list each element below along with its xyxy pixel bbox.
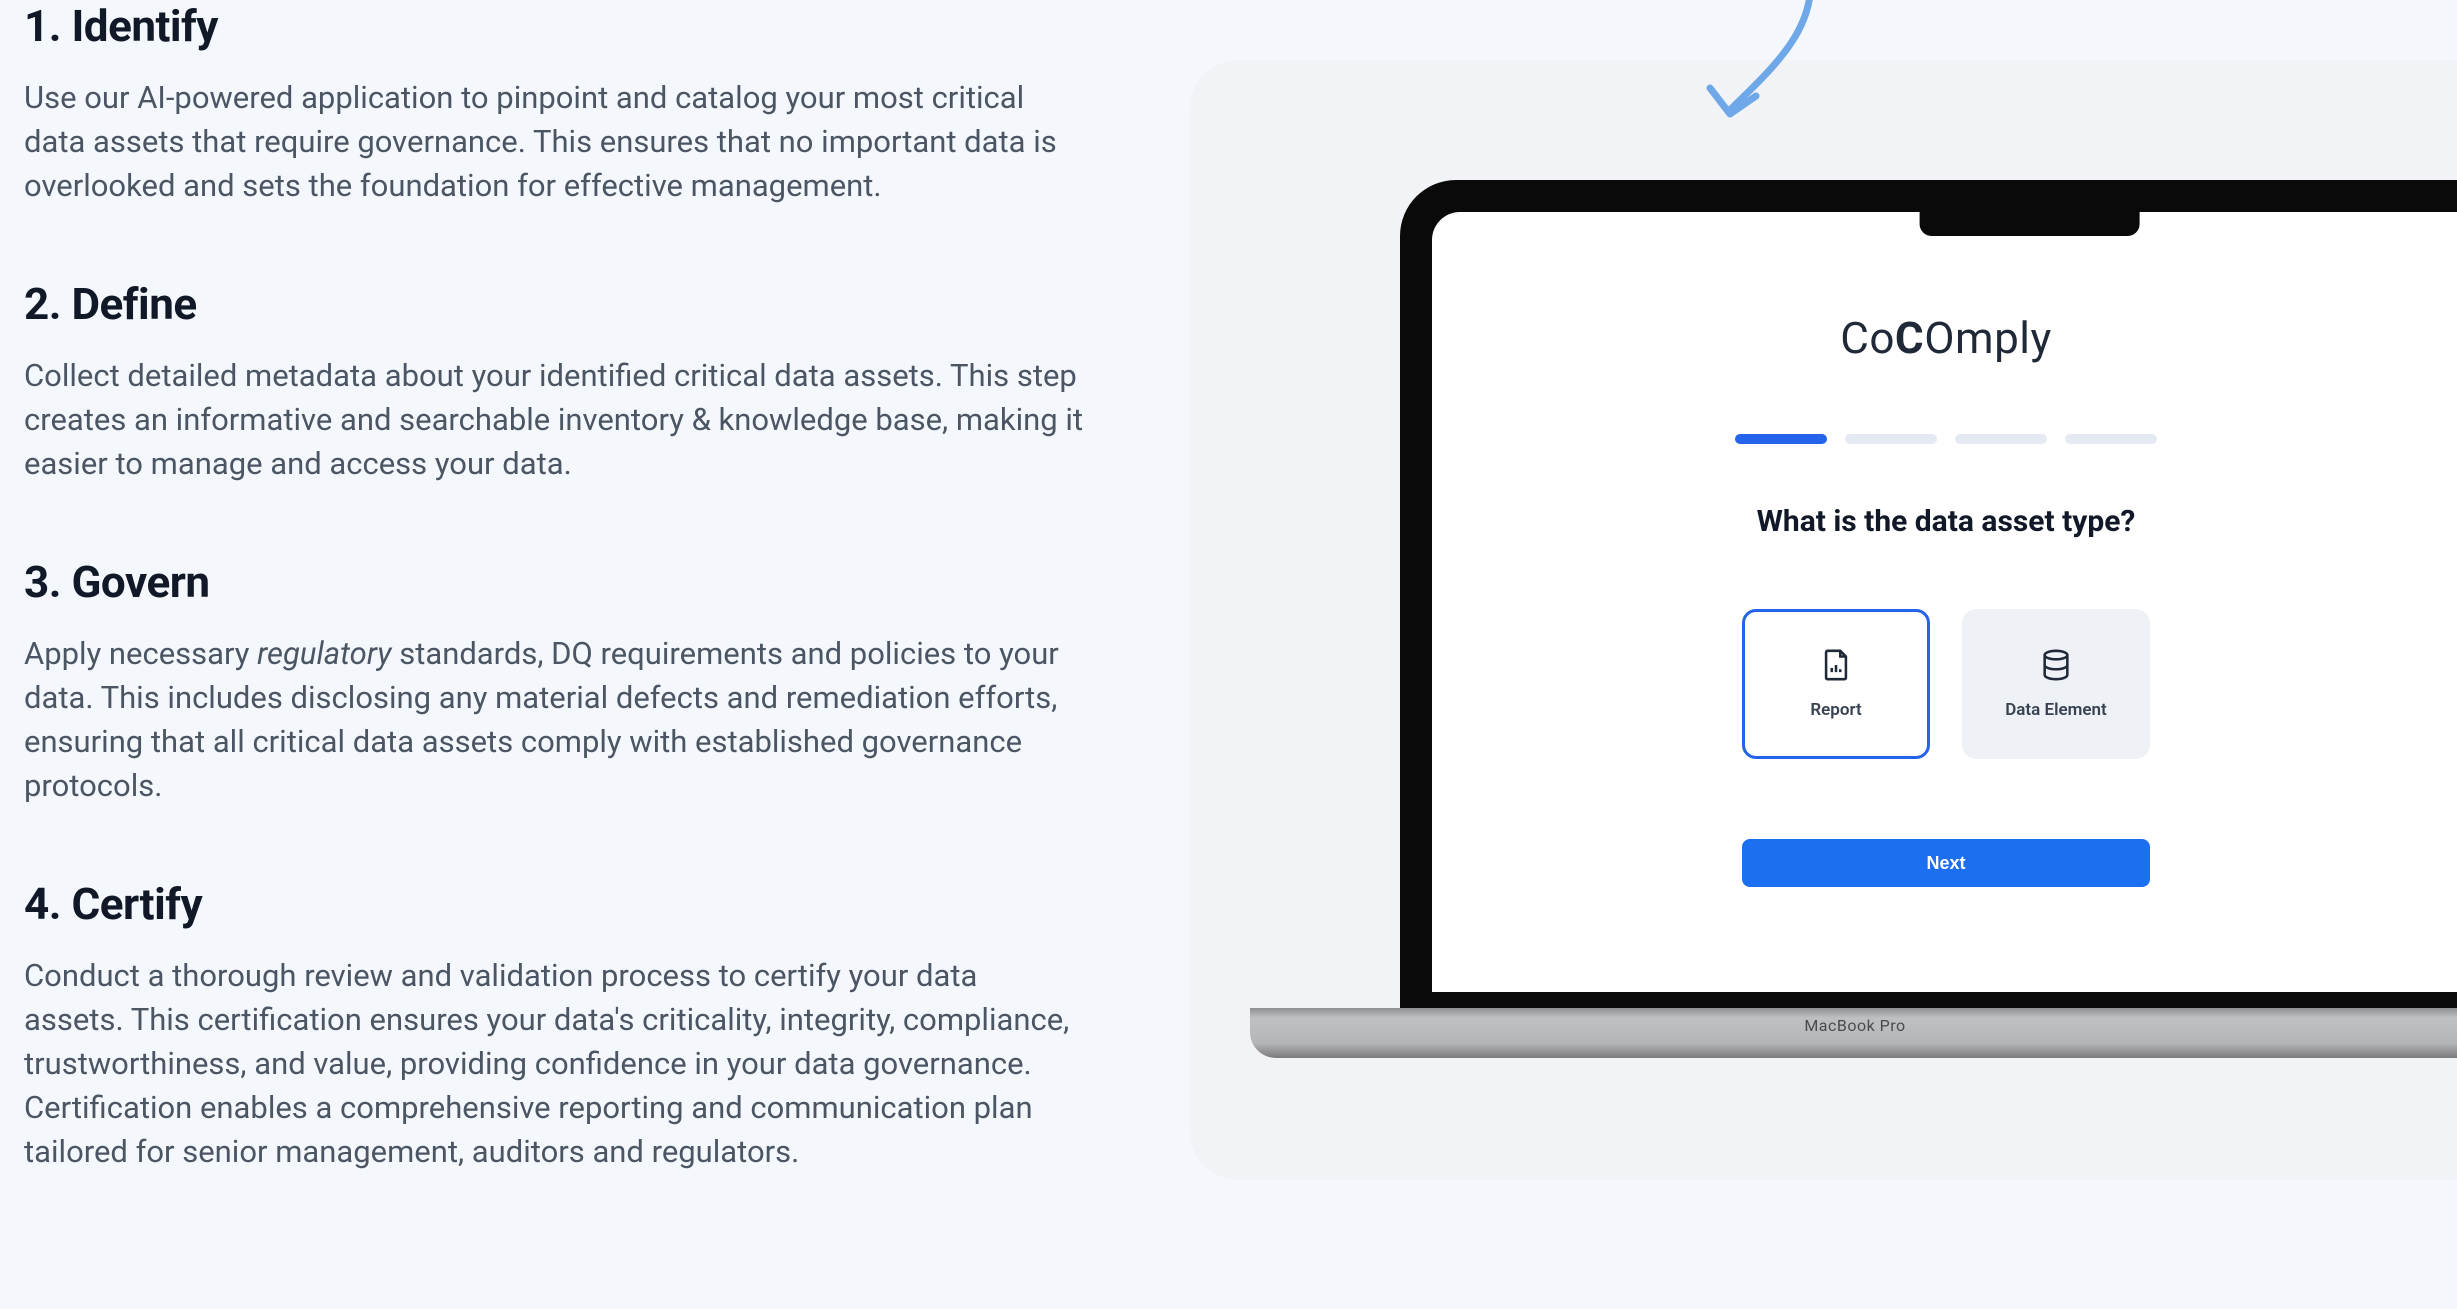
progress-step-2 [1845,434,1937,444]
step-title: 2. Define [24,278,1084,330]
option-data-element[interactable]: Data Element [1962,609,2150,759]
database-icon [2039,648,2073,682]
document-chart-icon [1819,648,1853,682]
laptop-screen: CoCOmply What is the data asset type? [1432,212,2457,992]
progress-step-1 [1735,434,1827,444]
steps-column: 1. Identify Use our AI-powered applicati… [24,0,1084,1244]
option-label: Data Element [2005,700,2107,720]
step-govern: 3. Govern Apply necessary regulatory sta… [24,556,1084,808]
laptop-bezel: CoCOmply What is the data asset type? [1400,180,2457,1010]
step-title: 3. Govern [24,556,1084,608]
laptop-model-label: MacBook Pro [1250,1016,2457,1035]
app-logo: CoCOmply [1432,312,2457,364]
option-label: Report [1810,700,1861,720]
step-body: Apply necessary regulatory standards, DQ… [24,632,1084,808]
app-window: CoCOmply What is the data asset type? [1432,212,2457,992]
progress-step-3 [1955,434,2047,444]
step-certify: 4. Certify Conduct a thorough review and… [24,878,1084,1174]
next-button[interactable]: Next [1742,839,2150,887]
progress-step-4 [2065,434,2157,444]
step-body: Use our AI-powered application to pinpoi… [24,76,1084,208]
option-report[interactable]: Report [1742,609,1930,759]
step-body-pre: Apply necessary [24,635,257,672]
step-body: Conduct a thorough review and validation… [24,954,1084,1174]
step-body-em: regulatory [257,635,391,672]
asset-type-options: Report Data Element [1432,609,2457,759]
step-body: Collect detailed metadata about your ide… [24,354,1084,486]
step-identify: 1. Identify Use our AI-powered applicati… [24,0,1084,208]
step-title: 4. Certify [24,878,1084,930]
app-question: What is the data asset type? [1432,504,2457,539]
progress-bar [1432,434,2457,444]
arrow-icon [1700,0,1830,150]
step-define: 2. Define Collect detailed metadata abou… [24,278,1084,486]
laptop-mockup: CoCOmply What is the data asset type? [1400,180,2457,1060]
step-title: 1. Identify [24,0,1084,52]
laptop-base: MacBook Pro [1250,1008,2457,1058]
